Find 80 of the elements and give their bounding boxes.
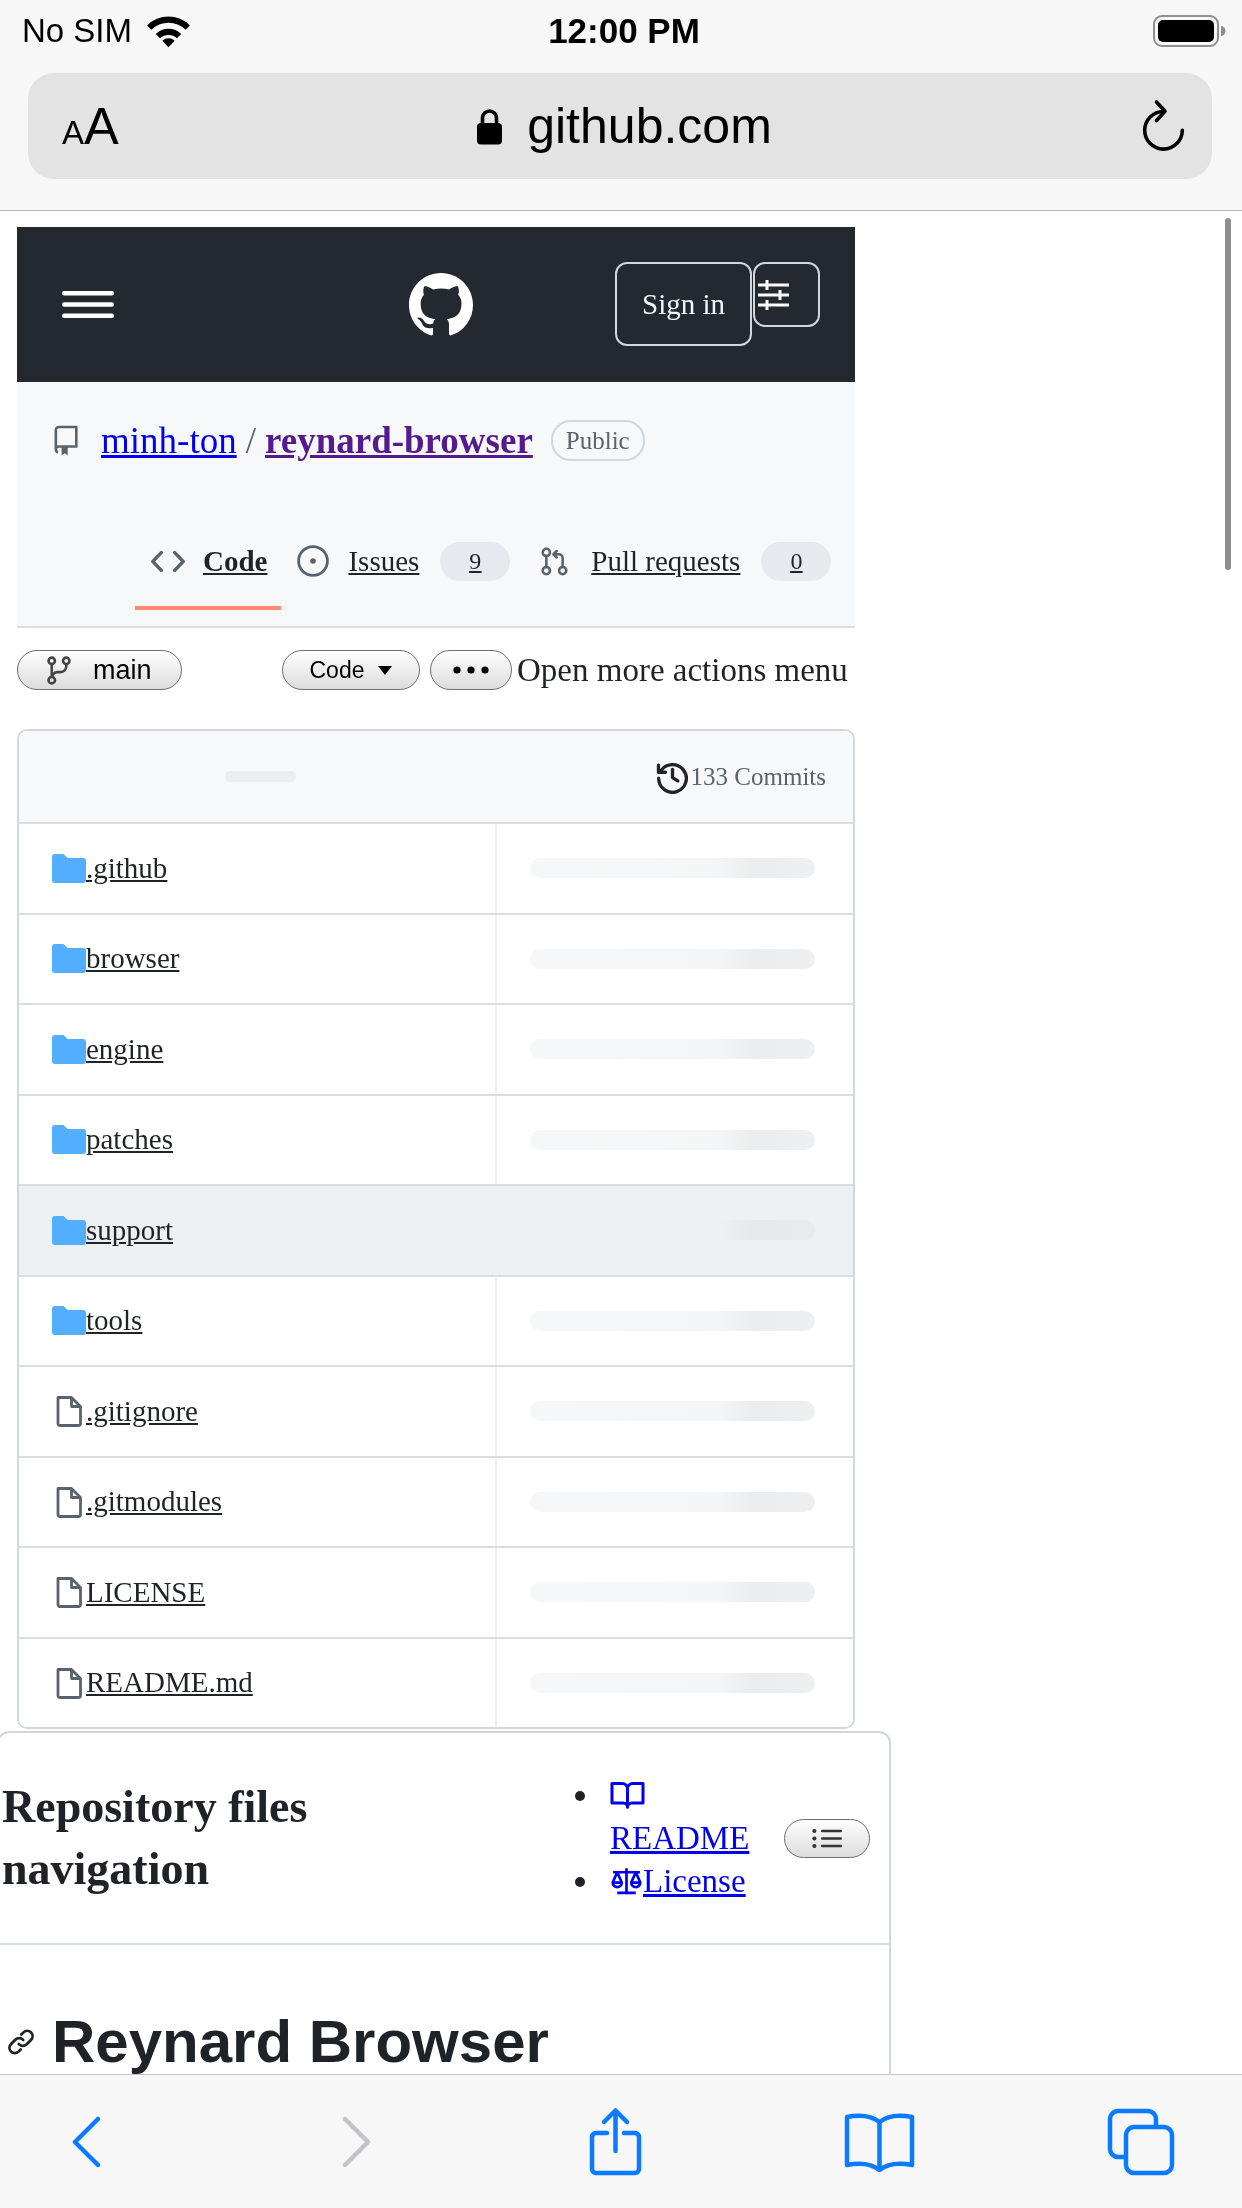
- file-row[interactable]: patches: [19, 1093, 853, 1184]
- file-name-link[interactable]: .gitmodules: [86, 1485, 223, 1519]
- menu-icon[interactable]: [62, 291, 114, 318]
- file-name-link[interactable]: LICENSE: [86, 1575, 206, 1609]
- folder-icon: [52, 1125, 86, 1155]
- clock-time: 12:00 PM: [548, 11, 700, 51]
- dots-icon: [453, 666, 489, 674]
- file-row[interactable]: browser: [19, 912, 853, 1003]
- readme-heading: Reynard Browser: [52, 2011, 549, 2073]
- branch-button[interactable]: main: [17, 650, 182, 690]
- file-row[interactable]: support: [19, 1184, 853, 1275]
- toc-button[interactable]: [784, 1818, 870, 1858]
- file-row[interactable]: .gitignore: [19, 1365, 853, 1456]
- file-icon: [55, 1576, 83, 1609]
- counter-badge: 0: [761, 541, 832, 581]
- counter-badge: 9: [440, 541, 511, 581]
- code-icon: [151, 550, 185, 572]
- folder-icon: [52, 1306, 86, 1336]
- nav-link[interactable]: README: [610, 1819, 750, 1856]
- battery-icon: [1153, 15, 1226, 47]
- file-name-link[interactable]: browser: [86, 942, 180, 976]
- repo-book-icon: [52, 425, 80, 456]
- more-actions-label: Open more actions menu: [517, 651, 848, 689]
- file-name-link[interactable]: patches: [86, 1123, 173, 1157]
- commits-link[interactable]: 133 Commits: [655, 759, 826, 794]
- nav-link[interactable]: License: [643, 1862, 746, 1899]
- file-name-link[interactable]: .gitignore: [86, 1394, 198, 1428]
- file-name-link[interactable]: .github: [86, 851, 168, 885]
- file-row[interactable]: README.md: [19, 1636, 853, 1727]
- file-row[interactable]: LICENSE: [19, 1546, 853, 1637]
- list-icon: [812, 1827, 842, 1849]
- wifi-icon: [146, 14, 192, 48]
- visibility-badge: Public: [550, 420, 645, 461]
- repo-name-link[interactable]: reynard-browser: [264, 419, 533, 462]
- tab[interactable]: Code: [135, 516, 282, 610]
- pull-request-icon: [540, 546, 570, 576]
- folder-icon: [52, 1034, 86, 1064]
- open-book-icon: [610, 1780, 645, 1809]
- squares-icon[interactable]: [1107, 2107, 1175, 2176]
- chevron-left-icon[interactable]: [71, 2115, 101, 2168]
- file-name-link[interactable]: support: [86, 1213, 173, 1247]
- path-separator: /: [245, 419, 256, 462]
- file-name-link[interactable]: engine: [86, 1032, 164, 1066]
- sliders-icon: [758, 277, 789, 312]
- share-icon[interactable]: [588, 2106, 643, 2177]
- reload-icon[interactable]: [1141, 99, 1186, 153]
- code-button[interactable]: Code: [282, 650, 420, 690]
- file-icon: [55, 1666, 83, 1699]
- carrier-label: No SIM: [22, 12, 133, 50]
- folder-icon: [52, 944, 86, 974]
- caret-icon: [378, 665, 393, 675]
- lock-icon: [476, 107, 504, 145]
- file-row[interactable]: .gitmodules: [19, 1455, 853, 1546]
- file-row[interactable]: engine: [19, 1003, 853, 1094]
- file-name-link[interactable]: README.md: [86, 1666, 253, 1700]
- file-row[interactable]: .github: [19, 822, 853, 913]
- file-row[interactable]: tools: [19, 1274, 853, 1365]
- file-name-link[interactable]: tools: [86, 1304, 143, 1338]
- bullet-icon: [575, 1876, 585, 1887]
- settings-button[interactable]: [753, 262, 820, 327]
- more-button[interactable]: [430, 650, 512, 690]
- cat-logo-icon[interactable]: [409, 272, 473, 337]
- folder-icon: [52, 853, 86, 883]
- tab[interactable]: Issues 9: [281, 516, 525, 610]
- owner-link[interactable]: minh-ton: [101, 419, 237, 462]
- open-book-icon[interactable]: [844, 2111, 915, 2172]
- tab[interactable]: Pull requests 0: [524, 516, 846, 610]
- text-size-button[interactable]: AA: [62, 100, 119, 152]
- section-heading: Repository files navigation: [2, 1780, 309, 1896]
- circle-dot-icon: [297, 545, 330, 577]
- address-bar[interactable]: AA github.com: [28, 73, 1212, 179]
- file-icon: [55, 1395, 83, 1428]
- file-icon: [55, 1485, 83, 1518]
- sign-in-button[interactable]: Sign in: [615, 262, 752, 346]
- link-icon[interactable]: [7, 2028, 35, 2056]
- branch-icon: [46, 655, 72, 685]
- scale-icon: [610, 1865, 643, 1895]
- folder-icon: [52, 1215, 86, 1245]
- bullet-icon: [575, 1790, 585, 1801]
- url-text: github.com: [527, 97, 772, 155]
